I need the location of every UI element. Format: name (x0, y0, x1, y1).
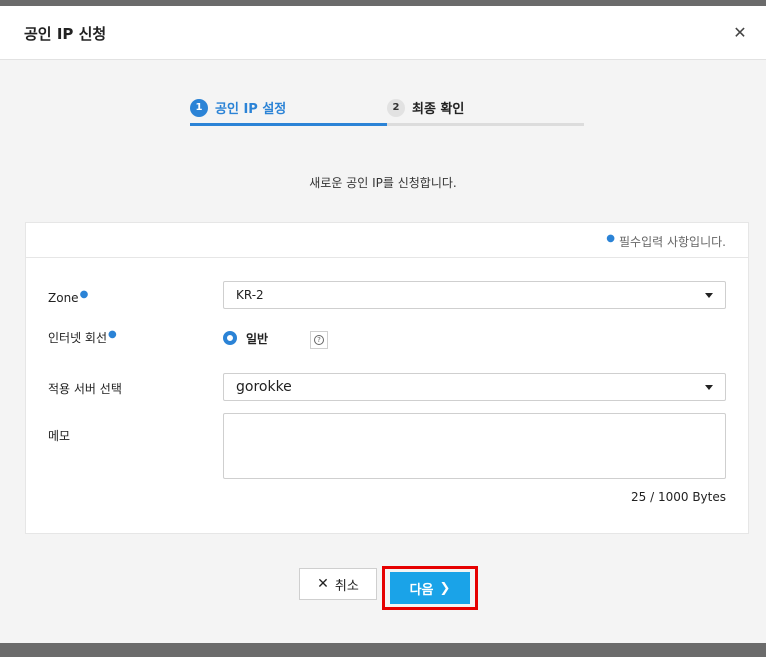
internet-line-radio-general[interactable] (223, 331, 237, 345)
next-button[interactable]: 다음 ❯ (390, 572, 470, 604)
form-card: ● 필수입력 사항입니다. Zone● KR-2 인터넷 회선● 일반 ? 적용 … (25, 222, 749, 534)
server-select-value: gorokke (236, 379, 292, 395)
step-1-number: 1 (190, 98, 208, 117)
server-label: 적용 서버 선택 (48, 382, 122, 396)
question-circle-icon[interactable]: ? (310, 331, 328, 349)
dropdown-caret-icon (705, 293, 713, 298)
cancel-button[interactable]: ✕ 취소 (299, 568, 377, 600)
memo-textarea[interactable] (223, 413, 726, 479)
next-button-label: 다음 (409, 582, 434, 598)
close-icon: ✕ (317, 576, 329, 592)
internet-line-label: 인터넷 회선● (48, 329, 117, 345)
step-2: 2 최종 확인 (387, 92, 584, 126)
server-select[interactable]: gorokke (223, 373, 726, 401)
zone-label: Zone● (48, 289, 89, 305)
required-dot-icon: ● (606, 233, 615, 244)
step-2-number: 2 (387, 98, 405, 117)
step-2-label: 최종 확인 (412, 102, 465, 117)
zone-select[interactable]: KR-2 (223, 281, 726, 309)
dropdown-caret-icon (705, 385, 713, 390)
required-dot-icon: ● (108, 329, 117, 340)
internet-line-option-label: 일반 (246, 332, 269, 346)
zone-select-value: KR-2 (236, 288, 264, 302)
step-1-label: 공인 IP 설정 (215, 102, 287, 117)
close-icon[interactable]: ✕ (730, 23, 750, 43)
divider (26, 257, 748, 258)
memo-label: 메모 (48, 429, 71, 443)
dialog-title: 공인 IP 신청 (24, 25, 107, 43)
apply-public-ip-dialog: 공인 IP 신청 ✕ 1 공인 IP 설정 2 최종 확인 새로운 공인 IP를… (0, 6, 766, 643)
cancel-button-label: 취소 (334, 578, 359, 594)
chevron-right-icon: ❯ (439, 580, 451, 596)
intro-text: 새로운 공인 IP를 신청합니다. (309, 176, 457, 190)
required-dot-icon: ● (79, 289, 89, 300)
step-1: 1 공인 IP 설정 (190, 92, 387, 126)
memo-byte-counter: 25 / 1000 Bytes (631, 490, 726, 504)
step-indicator: 1 공인 IP 설정 2 최종 확인 (190, 92, 584, 128)
dialog-header: 공인 IP 신청 ✕ (0, 6, 766, 60)
required-note: ● 필수입력 사항입니다. (606, 233, 726, 249)
